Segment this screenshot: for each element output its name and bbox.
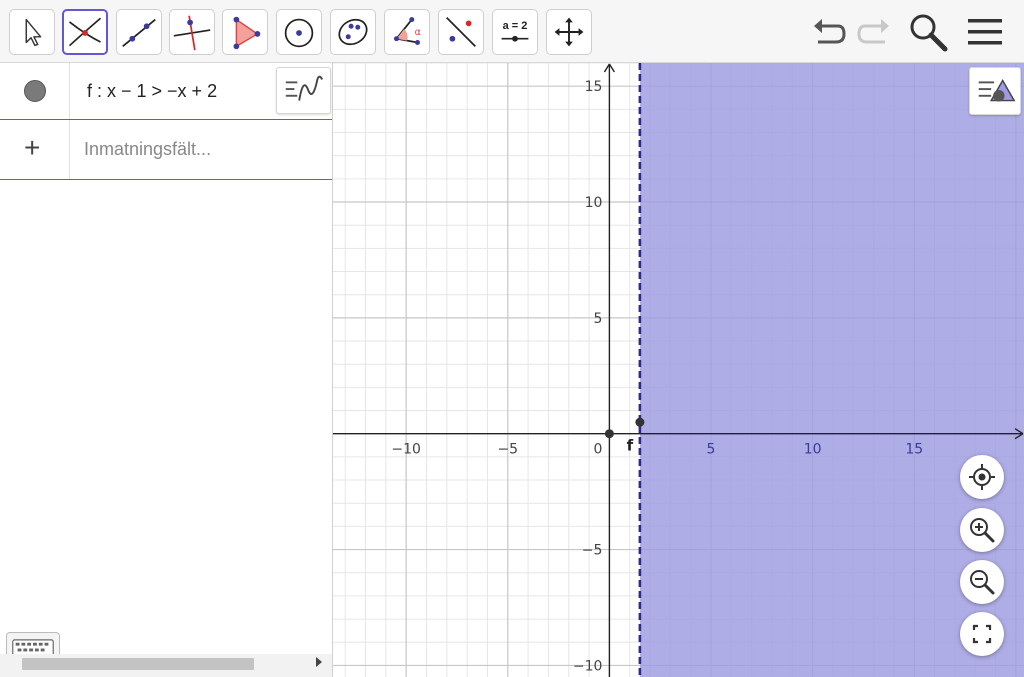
slider-tool-button[interactable]: a = 2 <box>492 9 538 55</box>
search-button[interactable] <box>906 10 950 54</box>
zoom-out-button[interactable] <box>960 560 1004 604</box>
undo-icon <box>814 19 846 44</box>
row-divider <box>69 120 70 179</box>
algebra-view-settings-button[interactable] <box>276 67 331 114</box>
style-bar-icon <box>978 79 1016 102</box>
svg-text:α: α <box>415 27 421 38</box>
menu-icon <box>968 19 1002 45</box>
x-tick-label: 5 <box>707 442 716 458</box>
x-tick-label: −5 <box>497 442 518 458</box>
input-row[interactable]: + Inmatningsfält... <box>0 120 332 180</box>
x-tick-label: 10 <box>804 442 822 458</box>
geogebra-app: α a = 2 f : x − 1 > −x + 2 + Inmatningsf… <box>0 0 1024 677</box>
zoom-out-icon <box>970 570 995 595</box>
reflect-tool-button[interactable] <box>438 9 484 55</box>
circle-center-point-icon <box>284 18 314 48</box>
crosshair-icon <box>969 464 995 490</box>
perpendicular-tool-button[interactable] <box>169 9 215 55</box>
y-tick-label: −5 <box>582 543 603 559</box>
point <box>635 417 645 427</box>
redo-button[interactable] <box>853 10 897 54</box>
ellipse-icon <box>338 18 368 46</box>
circle-tool-button[interactable] <box>276 9 322 55</box>
main-menu-button[interactable] <box>963 10 1007 54</box>
algebra-view: f : x − 1 > −x + 2 + Inmatningsfält... <box>0 63 333 677</box>
graphics-view[interactable]: −10 −5 0 5 10 15 −10 −5 5 10 15 f <box>333 63 1024 677</box>
arrow-cursor-icon <box>25 18 42 47</box>
y-tick-label: 10 <box>585 195 603 211</box>
toolbar: α a = 2 <box>0 0 1024 63</box>
add-icon[interactable]: + <box>24 130 40 166</box>
algebra-expression[interactable]: f : x − 1 > −x + 2 <box>87 81 217 102</box>
visibility-toggle[interactable] <box>24 80 46 102</box>
zoom-in-icon <box>970 518 995 543</box>
algebra-entry[interactable]: f : x − 1 > −x + 2 <box>0 63 332 120</box>
fullscreen-icon <box>972 624 992 644</box>
standard-view-button[interactable] <box>960 455 1004 499</box>
intersect-icon <box>68 17 102 47</box>
algebra-sort-icon <box>285 75 324 101</box>
scrollbar-thumb[interactable] <box>22 658 254 670</box>
angle-tool-button[interactable]: α <box>384 9 430 55</box>
y-tick-label: 5 <box>593 311 602 327</box>
graph-canvas[interactable]: −10 −5 0 5 10 15 −10 −5 5 10 15 f <box>333 63 1024 677</box>
region-label: f <box>627 437 634 455</box>
x-tick-label: 0 <box>593 442 602 458</box>
slider-icon <box>501 35 529 42</box>
angle-icon: α <box>393 17 421 46</box>
zoom-in-button[interactable] <box>960 508 1004 552</box>
move-tool-button[interactable] <box>9 9 55 55</box>
perpendicular-line-icon <box>173 15 211 51</box>
move-arrows-icon <box>554 17 584 47</box>
fullscreen-button[interactable] <box>960 612 1004 656</box>
search-icon <box>910 14 948 52</box>
intersect-tool-button[interactable] <box>62 9 108 55</box>
line-through-points-icon <box>122 18 156 48</box>
reflect-point-icon <box>446 17 476 47</box>
y-tick-label: −10 <box>573 658 603 674</box>
move-graphics-tool-button[interactable] <box>546 9 592 55</box>
point <box>604 429 614 439</box>
x-tick-label: 15 <box>905 442 923 458</box>
input-bar[interactable]: Inmatningsfält... <box>84 139 211 160</box>
undo-button[interactable] <box>806 10 850 54</box>
redo-icon <box>857 19 889 44</box>
line-tool-button[interactable] <box>116 9 162 55</box>
graphics-style-bar-button[interactable] <box>969 67 1021 115</box>
polygon-icon <box>233 16 261 50</box>
y-tick-label: 15 <box>585 79 603 95</box>
scroll-right-arrow-icon[interactable] <box>316 657 322 667</box>
polygon-tool-button[interactable] <box>222 9 268 55</box>
conic-tool-button[interactable] <box>330 9 376 55</box>
x-tick-label: −10 <box>391 442 421 458</box>
row-divider <box>69 63 70 119</box>
